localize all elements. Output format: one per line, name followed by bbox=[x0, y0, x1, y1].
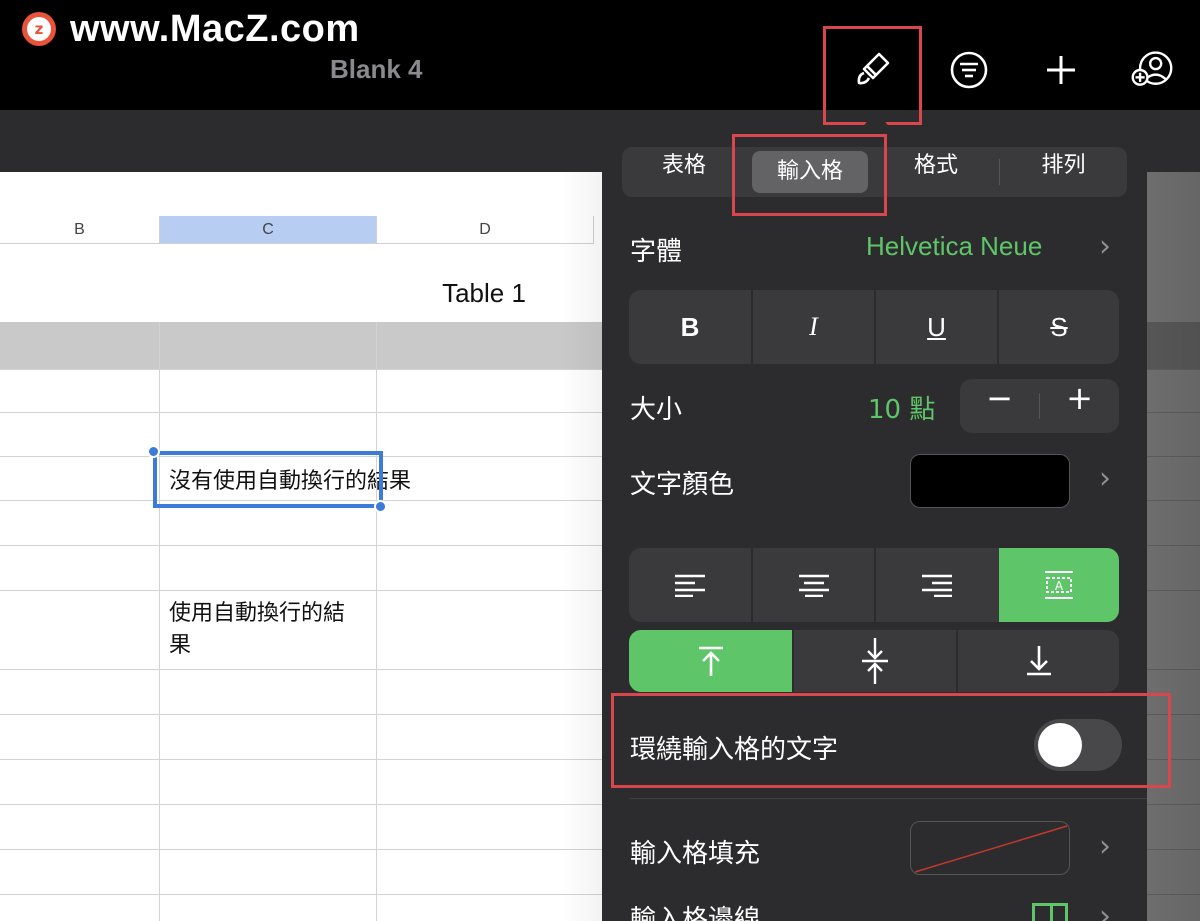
column-header-b[interactable]: B bbox=[0, 216, 160, 244]
column-line bbox=[159, 322, 160, 921]
top-toolbar: z www.MacZ.com Blank 4 bbox=[0, 0, 1200, 110]
tab-table[interactable]: 表格 bbox=[622, 147, 746, 197]
cell-fill-swatch[interactable] bbox=[910, 821, 1070, 875]
italic-button[interactable]: I bbox=[753, 290, 874, 364]
highlight-cell-tab bbox=[732, 134, 887, 216]
size-value: 10 點 bbox=[868, 395, 936, 425]
cell-wrap-line-2[interactable]: 果 bbox=[169, 630, 191, 662]
align-top-icon[interactable] bbox=[629, 630, 792, 692]
size-decrease-button[interactable]: − bbox=[960, 379, 1039, 433]
align-fit-icon[interactable]: A bbox=[999, 548, 1119, 622]
align-right-icon[interactable] bbox=[876, 548, 997, 622]
cell-border-label: 輸入格邊線 bbox=[630, 905, 761, 921]
text-style-buttons: B I U S bbox=[629, 290, 1119, 364]
align-center-icon[interactable] bbox=[753, 548, 874, 622]
font-label: 字體 bbox=[630, 237, 683, 267]
table-title[interactable]: Table 1 bbox=[384, 278, 584, 309]
text-color-label: 文字顏色 bbox=[630, 470, 735, 500]
watermark-logo: z bbox=[22, 12, 56, 46]
size-label: 大小 bbox=[630, 395, 683, 425]
watermark-text: www.MacZ.com bbox=[70, 8, 360, 50]
cell-fill-label: 輸入格填充 bbox=[630, 839, 761, 869]
text-color-chevron-icon[interactable]: › bbox=[1099, 461, 1111, 496]
vertical-align-buttons bbox=[629, 630, 1119, 692]
cell-selection[interactable] bbox=[153, 451, 383, 508]
format-popover: 表格 輸入格 格式 排列 字體 Helvetica Neue › B I U S… bbox=[602, 127, 1147, 921]
font-value[interactable]: Helvetica Neue bbox=[866, 231, 1042, 262]
strikethrough-button[interactable]: S bbox=[999, 290, 1119, 364]
tab-arrange[interactable]: 排列 bbox=[1000, 147, 1127, 197]
popover-arrow bbox=[862, 110, 890, 128]
size-increase-button[interactable]: + bbox=[1040, 379, 1119, 433]
selection-handle-top[interactable] bbox=[147, 445, 160, 458]
tab-format[interactable]: 格式 bbox=[874, 147, 998, 197]
filter-icon[interactable] bbox=[947, 48, 991, 92]
font-chevron-icon[interactable]: › bbox=[1099, 229, 1111, 264]
cell-fill-chevron-icon[interactable]: › bbox=[1099, 829, 1111, 864]
border-grid-icon[interactable] bbox=[1032, 903, 1068, 921]
highlight-wrap-row bbox=[611, 693, 1171, 788]
bold-button[interactable]: B bbox=[629, 290, 751, 364]
align-left-icon[interactable] bbox=[629, 548, 751, 622]
cell-wrap-line-1[interactable]: 使用自動換行的結 bbox=[169, 598, 345, 630]
column-line bbox=[376, 322, 377, 921]
align-bottom-icon[interactable] bbox=[958, 630, 1119, 692]
text-color-swatch[interactable] bbox=[910, 454, 1070, 508]
document-title: Blank 4 bbox=[330, 54, 423, 84]
svg-text:A: A bbox=[1055, 579, 1064, 593]
separator bbox=[630, 798, 1147, 799]
underline-button[interactable]: U bbox=[876, 290, 997, 364]
selection-handle-bottom[interactable] bbox=[374, 500, 387, 513]
column-header-c[interactable]: C bbox=[160, 216, 377, 244]
plus-icon[interactable] bbox=[1039, 48, 1083, 92]
horizontal-align-buttons: A bbox=[629, 548, 1119, 622]
size-stepper: − + bbox=[960, 379, 1119, 433]
collaborate-icon[interactable] bbox=[1130, 48, 1174, 92]
cell-border-chevron-icon[interactable]: › bbox=[1099, 899, 1111, 921]
align-middle-icon[interactable] bbox=[794, 630, 956, 692]
